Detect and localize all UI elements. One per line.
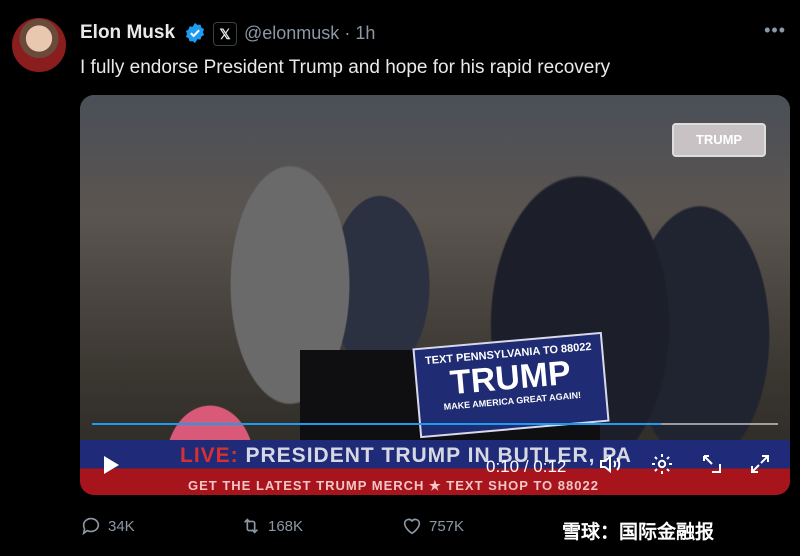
reply-count: 34K — [108, 517, 135, 535]
current-time: 0:10 — [486, 457, 520, 476]
banner-headline-text: PRESIDENT TRUMP IN BUTLER, PA — [238, 444, 632, 467]
play-icon[interactable] — [98, 453, 122, 477]
settings-gear-icon[interactable] — [650, 452, 674, 476]
avatar[interactable] — [12, 18, 66, 72]
video-player[interactable]: TRUMP TEXT PENNSYLVANIA TO 88022 TRUMP M… — [80, 95, 790, 495]
like-count: 757K — [429, 517, 465, 535]
picture-in-picture-icon[interactable] — [700, 452, 724, 476]
like-button[interactable]: 757K — [401, 515, 464, 537]
reply-button[interactable]: 34K — [80, 515, 135, 537]
more-options-icon[interactable]: ••• — [764, 20, 786, 41]
fullscreen-icon[interactable] — [748, 452, 772, 476]
author-handle[interactable]: @elonmusk · 1h — [244, 23, 375, 44]
handle-text[interactable]: @elonmusk — [244, 23, 339, 43]
repost-button[interactable]: 168K — [240, 515, 303, 537]
crowd-sign: TRUMP — [672, 123, 766, 157]
duration: 0:12 — [533, 457, 567, 476]
heart-icon — [403, 518, 421, 535]
repost-count: 168K — [268, 517, 304, 535]
separator: · — [344, 23, 351, 43]
post-time[interactable]: 1h — [355, 23, 375, 43]
video-progress-bar[interactable] — [92, 423, 778, 425]
video-time: 0:10 / 0:12 — [486, 457, 566, 477]
progress-fill — [92, 423, 662, 425]
volume-icon[interactable] — [598, 452, 622, 476]
banner-live-label: LIVE: — [180, 444, 239, 467]
repost-icon — [243, 518, 259, 534]
verified-badge-icon — [185, 22, 205, 44]
author-name[interactable]: Elon Musk — [80, 22, 175, 44]
reply-icon — [82, 517, 100, 536]
x-affiliate-badge-icon: 𝕏 — [213, 22, 237, 46]
banner-subline: GET THE LATEST TRUMP MERCH ★ TEXT SHOP T… — [188, 478, 599, 493]
watermark: 雪球：国际金融报 — [562, 522, 715, 543]
time-separator: / — [519, 457, 534, 476]
tweet-text: I fully endorse President Trump and hope… — [80, 57, 611, 78]
